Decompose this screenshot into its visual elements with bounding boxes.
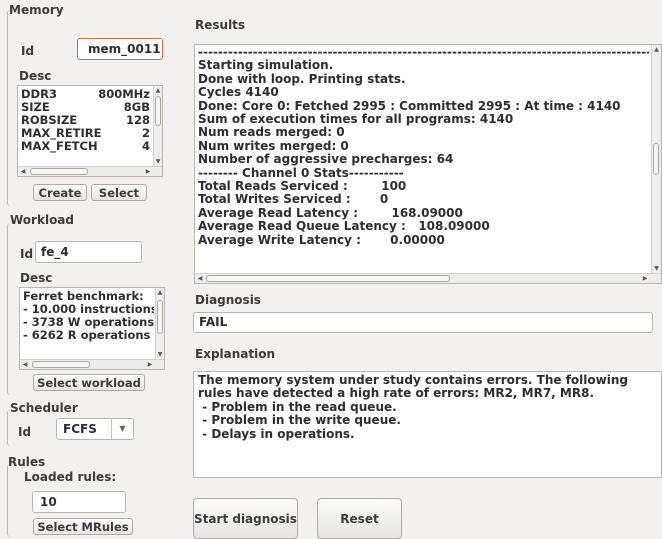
results-title: Results	[195, 18, 246, 32]
up-arrow-icon[interactable]: ▲	[156, 289, 164, 296]
workload-id-field[interactable]: fe_4	[35, 241, 142, 263]
create-button[interactable]: Create	[33, 184, 87, 201]
scroll-thumb[interactable]	[30, 168, 88, 175]
list-item: MAX_FETCH 4	[21, 139, 150, 153]
diagnosis-field[interactable]: FAIL	[193, 312, 653, 333]
diagnosis-title: Diagnosis	[195, 293, 261, 307]
left-arrow-icon[interactable]: ◀	[19, 167, 27, 176]
right-arrow-icon[interactable]: ▶	[146, 360, 154, 369]
up-arrow-icon[interactable]: ▲	[154, 87, 162, 94]
scheduler-id-label: Id	[18, 425, 32, 439]
select-workload-button[interactable]: Select workload	[33, 374, 145, 391]
explanation-title: Explanation	[195, 347, 276, 361]
down-arrow-icon[interactable]: ▼	[154, 158, 162, 165]
memory-desc-label: Desc	[19, 69, 52, 83]
results-vscroll[interactable]: ▲ ▼	[651, 45, 661, 273]
results-hscroll[interactable]: ◀ ▶	[195, 273, 661, 283]
memory-desc-list[interactable]: DDR3 800MHz SIZE 8GB ROBSIZE 128 MAX_RETIRE…	[17, 85, 163, 177]
results-text-area[interactable]: ----------------------------------------…	[194, 44, 662, 284]
left-arrow-icon[interactable]: ◀	[21, 360, 29, 369]
list-item: - 6262 R operations	[23, 328, 151, 342]
loaded-rules-field[interactable]: 10	[32, 491, 126, 513]
down-arrow-icon[interactable]: ▼	[652, 265, 661, 272]
memory-desc-vscroll[interactable]: ▲ ▼	[153, 86, 162, 166]
workload-desc-vscroll[interactable]: ▲ ▼	[155, 288, 164, 359]
explanation-text[interactable]: The memory system under study contains e…	[193, 371, 662, 478]
workload-desc-list[interactable]: Ferret benchmark: - 10.000 instructions …	[19, 287, 165, 370]
right-arrow-icon[interactable]: ▶	[641, 274, 649, 283]
workload-desc-hscroll[interactable]: ◀ ▶	[20, 359, 164, 369]
scheduler-select[interactable]: FCFS ▼	[56, 418, 134, 440]
reset-button[interactable]: Reset	[317, 498, 402, 539]
results-text: ----------------------------------------…	[198, 46, 649, 247]
scroll-thumb[interactable]	[653, 143, 659, 175]
scroll-thumb[interactable]	[157, 300, 163, 334]
scroll-thumb[interactable]	[155, 96, 161, 126]
scroll-thumb[interactable]	[206, 275, 450, 282]
select-memory-button[interactable]: Select	[91, 184, 147, 201]
select-mrules-button[interactable]: Select MRules	[33, 518, 133, 535]
chevron-down-icon[interactable]: ▼	[111, 419, 133, 439]
workload-id-label: Id	[20, 247, 34, 261]
right-arrow-icon[interactable]: ▶	[144, 167, 152, 176]
loaded-rules-label: Loaded rules:	[24, 470, 117, 484]
left-arrow-icon[interactable]: ◀	[196, 274, 204, 283]
memory-id-label: Id	[21, 44, 35, 58]
workload-desc-label: Desc	[20, 271, 53, 285]
memory-desc-hscroll[interactable]: ◀ ▶	[18, 166, 162, 176]
scheduler-selected-value: FCFS	[63, 422, 97, 436]
up-arrow-icon[interactable]: ▲	[652, 46, 661, 53]
down-arrow-icon[interactable]: ▼	[156, 351, 164, 358]
memory-id-field[interactable]: mem_0011	[77, 38, 163, 60]
start-diagnosis-button[interactable]: Start diagnosis	[193, 498, 298, 539]
scroll-thumb[interactable]	[32, 361, 90, 368]
